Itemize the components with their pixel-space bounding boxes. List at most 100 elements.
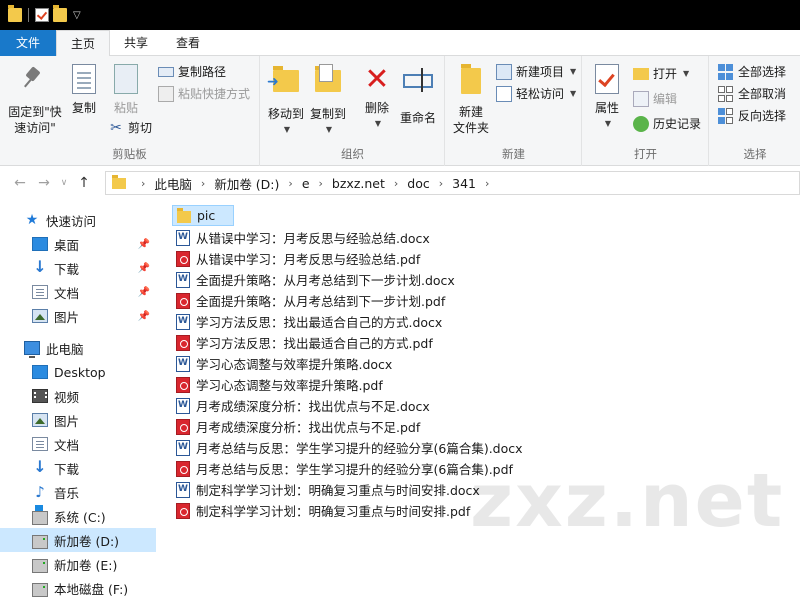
new-folder-icon[interactable] (53, 5, 67, 22)
list-item[interactable]: 学习心态调整与效率提升策略.docx (172, 353, 392, 374)
list-item[interactable]: 月考成绩深度分析：找出优点与不足.docx (172, 395, 430, 416)
nav-label: 系统 (C:) (54, 509, 106, 525)
documents-icon (32, 285, 48, 299)
breadcrumb-this-pc[interactable]: 此电脑 (154, 174, 192, 193)
address-box[interactable]: › 此电脑 › 新加卷 (D:) › e › bzxz.net › doc › … (105, 171, 800, 195)
nav-quick-access[interactable]: ★ 快速访问 (0, 208, 156, 232)
paste-button[interactable]: 粘贴 (108, 64, 144, 116)
breadcrumb-separator[interactable]: › (439, 177, 443, 190)
back-arrow-icon[interactable]: ← (8, 175, 32, 191)
list-item[interactable]: 全面提升策略：从月考总结到下一步计划.docx (172, 269, 455, 290)
pin-quick-access-button[interactable]: 固定到"快 速访问" (4, 64, 66, 136)
pictures-icon (32, 309, 48, 323)
nav-label: 文档 (54, 437, 80, 453)
cut-button[interactable]: ✂ 剪切 (108, 118, 152, 138)
breadcrumb-drive-d[interactable]: 新加卷 (D:) (214, 174, 279, 193)
invert-selection-button[interactable]: 反向选择 (718, 106, 786, 126)
list-item[interactable]: 学习方法反思：找出最适合自己的方式.pdf (172, 332, 433, 353)
list-item[interactable]: 月考成绩深度分析：找出优点与不足.pdf (172, 416, 420, 437)
edit-button[interactable]: 编辑 (633, 89, 677, 109)
list-item[interactable]: 制定科学学习计划：明确复习重点与时间安排.pdf (172, 500, 470, 521)
tab-view[interactable]: 查看 (162, 30, 214, 56)
open-button[interactable]: 打开 ▼ (633, 64, 689, 84)
breadcrumb-separator[interactable]: › (201, 177, 205, 190)
breadcrumb-bzxz[interactable]: bzxz.net (332, 176, 385, 191)
new-folder-button[interactable]: 新建 文件夹 (450, 64, 492, 136)
select-all-button[interactable]: 全部选择 (718, 62, 786, 82)
nav-qa-desktop[interactable]: 桌面 📌 (0, 232, 156, 256)
breadcrumb-separator[interactable]: › (319, 177, 323, 190)
invert-selection-label: 反向选择 (738, 109, 787, 123)
new-item-button[interactable]: 新建项目 ▼ (496, 62, 576, 82)
word-document-icon (176, 355, 190, 372)
nav-pc-pictures[interactable]: 图片 (0, 408, 156, 432)
breadcrumb-341[interactable]: 341 (452, 176, 476, 191)
customize-toolbar-icon[interactable]: ▽ (73, 10, 81, 21)
file-name: 月考总结与反思：学生学习提升的经验分享(6篇合集).docx (196, 441, 523, 456)
copy-button[interactable]: 复制 (66, 64, 102, 116)
select-none-button[interactable]: 全部取消 (718, 84, 786, 104)
copy-to-button[interactable]: 复制到 ▼ (307, 64, 349, 138)
properties-icon[interactable] (35, 8, 49, 22)
paste-shortcut-icon (158, 86, 174, 102)
breadcrumb-e[interactable]: e (302, 176, 310, 191)
breadcrumb-separator[interactable]: › (288, 177, 292, 190)
nav-pc-videos[interactable]: 视频 (0, 384, 156, 408)
recent-locations-icon[interactable]: ∨ (56, 178, 72, 188)
nav-label: 快速访问 (46, 213, 97, 229)
list-item[interactable]: 从错误中学习：月考反思与经验总结.docx (172, 227, 430, 248)
nav-pc-music[interactable]: ♪ 音乐 (0, 480, 156, 504)
nav-pc-drive-d[interactable]: 新加卷 (D:) (0, 528, 156, 552)
pin-icon: 📌 (137, 262, 150, 274)
folder-icon[interactable] (8, 5, 22, 22)
list-item[interactable]: 学习心态调整与效率提升策略.pdf (172, 374, 383, 395)
nav-pc-desktop[interactable]: Desktop (0, 360, 156, 384)
nav-pc-downloads[interactable]: ↓ 下载 (0, 456, 156, 480)
rename-button[interactable]: 重命名 (395, 64, 441, 126)
address-bar: ← → ∨ ↑ › 此电脑 › 新加卷 (D:) › e › bzxz.net … (0, 167, 800, 199)
nav-this-pc[interactable]: 此电脑 (0, 336, 156, 360)
copy-path-label: 复制路径 (178, 65, 227, 79)
up-arrow-icon[interactable]: ↑ (72, 175, 96, 191)
list-item[interactable]: 从错误中学习：月考反思与经验总结.pdf (172, 248, 420, 269)
pdf-icon (176, 250, 190, 267)
list-item[interactable]: 制定科学学习计划：明确复习重点与时间安排.docx (172, 479, 480, 500)
copy-path-button[interactable]: 复制路径 (158, 62, 226, 82)
history-button[interactable]: 历史记录 (633, 114, 701, 134)
breadcrumb-separator[interactable]: › (485, 177, 489, 190)
delete-dropdown-icon: ▼ (374, 119, 382, 128)
nav-pc-drive-e[interactable]: 新加卷 (E:) (0, 552, 156, 576)
move-to-button[interactable]: ➜ 移动到 ▼ (265, 64, 307, 138)
nav-qa-documents[interactable]: 文档 📌 (0, 280, 156, 304)
nav-pc-drive-f[interactable]: 本地磁盘 (F:) (0, 576, 156, 600)
nav-qa-pictures[interactable]: 图片 📌 (0, 304, 156, 328)
breadcrumb-separator[interactable]: › (394, 177, 398, 190)
tab-share[interactable]: 共享 (110, 30, 162, 56)
select-all-label: 全部选择 (738, 65, 787, 79)
properties-button[interactable]: 属性 ▼ (589, 64, 625, 132)
tab-file[interactable]: 文件 (0, 30, 56, 56)
list-item[interactable]: 月考总结与反思：学生学习提升的经验分享(6篇合集).docx (172, 437, 523, 458)
select-all-icon (718, 64, 734, 80)
breadcrumb-separator[interactable]: › (141, 177, 145, 190)
list-item[interactable]: pic (172, 205, 234, 226)
nav-qa-downloads[interactable]: ↓ 下载 📌 (0, 256, 156, 280)
ribbon: 固定到"快 速访问" 复制 粘贴 复制路径 粘贴快捷方式 ✂ 剪切 剪贴板 ➜ (0, 56, 800, 166)
list-item[interactable]: 月考总结与反思：学生学习提升的经验分享(6篇合集).pdf (172, 458, 513, 479)
paste-label: 粘贴 (113, 101, 138, 115)
file-name: 学习心态调整与效率提升策略.docx (196, 357, 393, 372)
breadcrumb-doc[interactable]: doc (407, 176, 429, 191)
delete-button[interactable]: ✕ 删除 ▼ (359, 64, 395, 132)
nav-pc-drive-c[interactable]: 系统 (C:) (0, 504, 156, 528)
list-item[interactable]: 学习方法反思：找出最适合自己的方式.docx (172, 311, 442, 332)
pin-icon: 📌 (137, 286, 150, 298)
list-item[interactable]: 全面提升策略：从月考总结到下一步计划.pdf (172, 290, 445, 311)
copy-icon (72, 64, 96, 94)
paste-shortcut-button[interactable]: 粘贴快捷方式 (158, 84, 250, 104)
ribbon-tabs: 文件 主页 共享 查看 (0, 30, 800, 57)
properties-big-icon (595, 64, 619, 94)
tab-home[interactable]: 主页 (56, 30, 111, 57)
easy-access-button[interactable]: 轻松访问 ▼ (496, 84, 576, 104)
forward-arrow-icon[interactable]: → (32, 175, 56, 191)
nav-pc-documents[interactable]: 文档 (0, 432, 156, 456)
